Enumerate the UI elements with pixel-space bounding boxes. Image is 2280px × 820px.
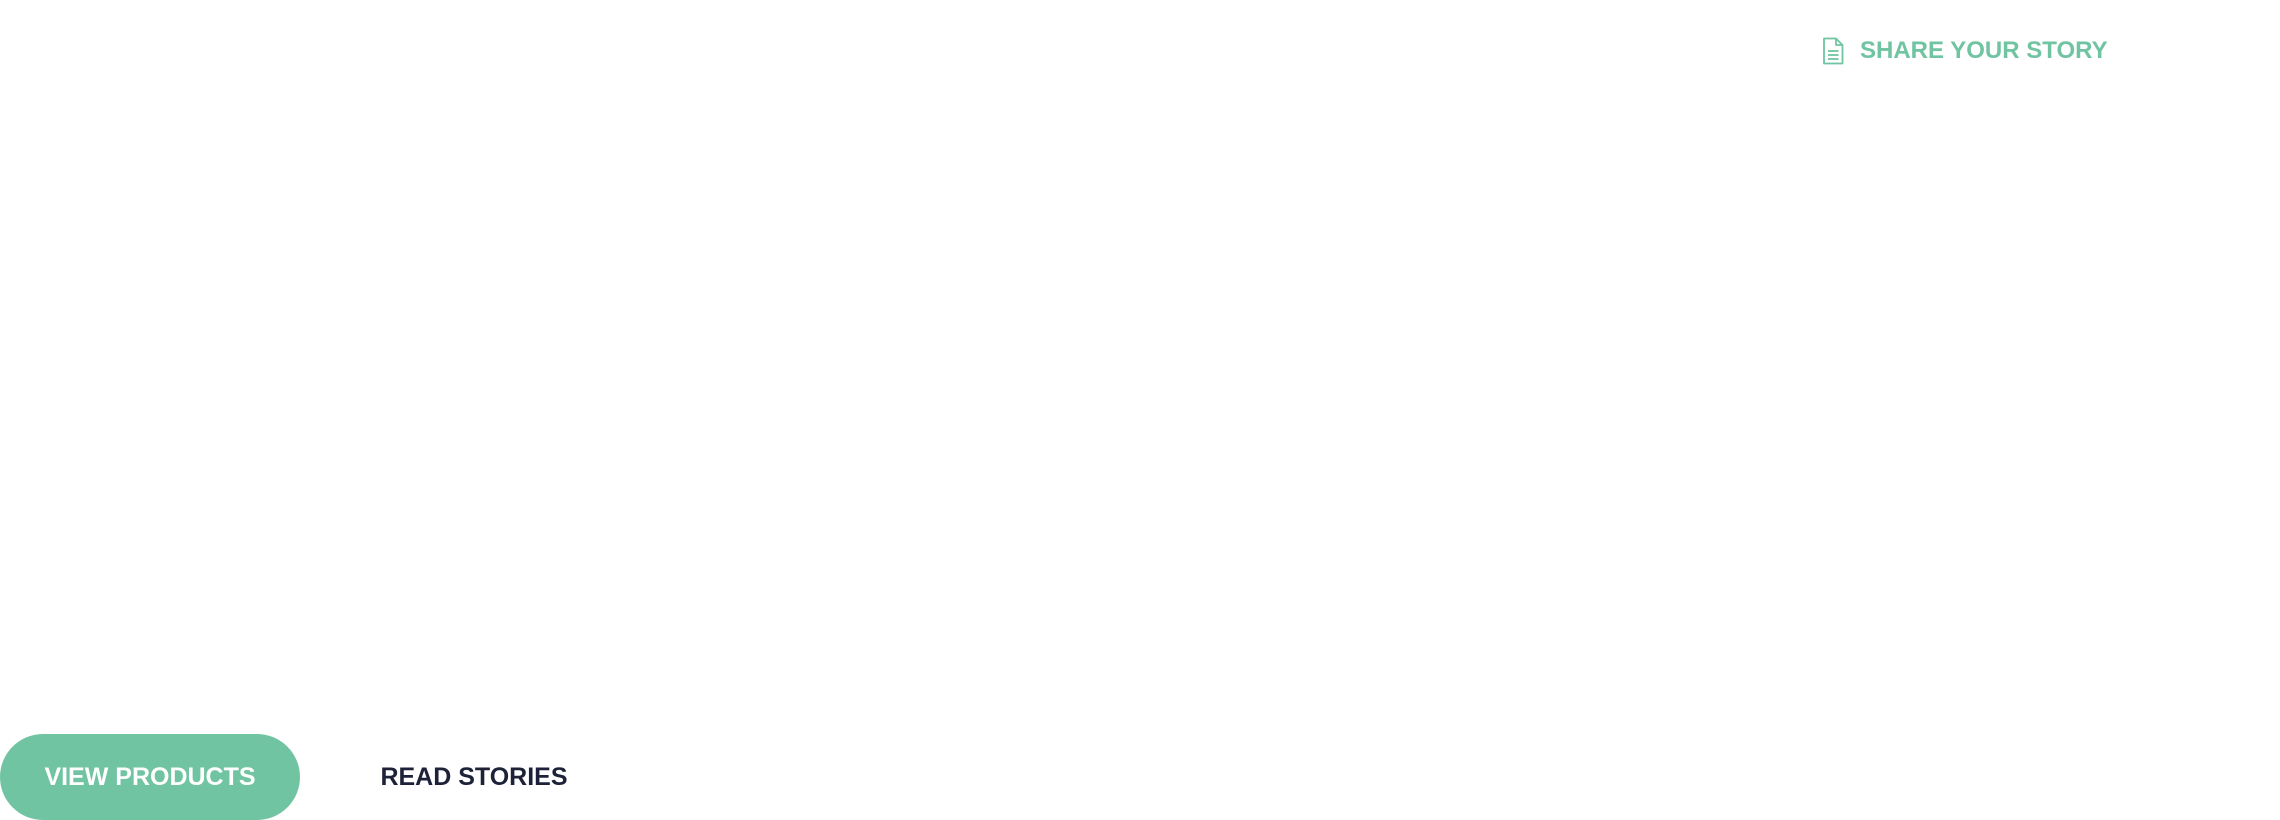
share-your-story-label: SHARE YOUR STORY: [1860, 37, 2108, 64]
page: SHARE YOUR STORY VIEW PRODUCTS READ STOR…: [0, 0, 2280, 820]
share-your-story-link[interactable]: SHARE YOUR STORY: [1822, 32, 2108, 70]
document-icon: [1822, 37, 1844, 65]
view-products-button[interactable]: VIEW PRODUCTS: [0, 734, 300, 820]
read-stories-button[interactable]: READ STORIES: [360, 734, 588, 820]
